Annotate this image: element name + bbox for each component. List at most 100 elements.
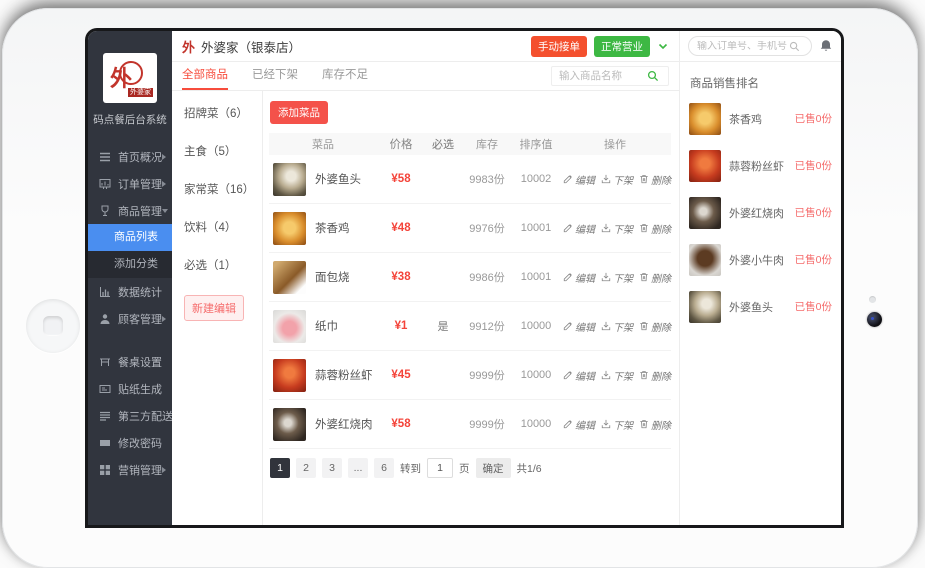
content-area: 招牌菜（6） 主食（5） 家常菜（16） 饮料（4） 必选（1） 新建编辑 添加… — [172, 91, 679, 525]
off-shelf-button[interactable]: 下架 — [601, 221, 633, 236]
grid-icon — [99, 464, 111, 476]
ranking-dish-name: 茶香鸡 — [729, 111, 795, 127]
camera-lens — [867, 312, 882, 327]
delete-button[interactable]: 删除 — [639, 270, 671, 285]
ranking-dish-name: 外婆鱼头 — [729, 299, 795, 315]
page-button-2[interactable]: 2 — [296, 458, 316, 478]
home-button-icon — [43, 316, 63, 336]
page-button-1[interactable]: 1 — [270, 458, 290, 478]
delete-button[interactable]: 删除 — [639, 172, 671, 187]
edit-button[interactable]: 编辑 — [563, 417, 595, 432]
search-icon[interactable] — [647, 70, 659, 82]
business-status-button[interactable]: 正常营业 — [594, 36, 650, 57]
off-shelf-button[interactable]: 下架 — [601, 270, 633, 285]
sidebar-item-customers[interactable]: 顾客管理 — [88, 305, 172, 332]
dish-price: ¥38 — [377, 271, 425, 283]
sidebar-item-statistics[interactable]: 数据统计 — [88, 278, 172, 305]
dish-sort: 10000 — [513, 418, 559, 430]
edit-button[interactable]: 编辑 — [563, 368, 595, 383]
order-search-bar — [680, 31, 841, 62]
dish-image — [273, 261, 306, 294]
product-tabs: 全部商品 已经下架 库存不足 — [172, 62, 679, 91]
category-item[interactable]: 招牌菜（6） — [184, 105, 262, 121]
delete-button[interactable]: 删除 — [639, 417, 671, 432]
sidebar: 外 外婆家 码点餐后台系统 首页概况 订单管理 商品管理 商品列表 添加分类 数… — [88, 31, 172, 525]
product-search-input[interactable] — [559, 70, 647, 82]
page-unit-label: 页 — [459, 461, 470, 476]
off-shelf-button[interactable]: 下架 — [601, 417, 633, 432]
table-header: 菜品 价格 必选 库存 排序值 操作 — [269, 133, 671, 155]
top-header: 外 外婆家（银泰店） 手动接单 正常营业 — [172, 31, 679, 62]
dish-sort: 10001 — [513, 271, 559, 283]
chevron-down-icon — [162, 209, 168, 213]
dish-price: ¥45 — [377, 369, 425, 381]
category-panel: 招牌菜（6） 主食（5） 家常菜（16） 饮料（4） 必选（1） 新建编辑 — [172, 91, 263, 525]
dish-price: ¥58 — [377, 418, 425, 430]
category-item[interactable]: 主食（5） — [184, 143, 262, 159]
delete-button[interactable]: 删除 — [639, 368, 671, 383]
sidebar-item-tables[interactable]: 餐桌设置 — [88, 348, 172, 375]
dish-stock: 9999份 — [461, 416, 513, 432]
category-item[interactable]: 家常菜（16） — [184, 181, 262, 197]
trash-icon — [639, 174, 649, 184]
main-column: 外 外婆家（银泰店） 手动接单 正常营业 全部商品 已经下架 库存不足 招牌菜（… — [172, 31, 679, 525]
trash-icon — [639, 370, 649, 380]
delete-button[interactable]: 删除 — [639, 319, 671, 334]
edit-button[interactable]: 编辑 — [563, 221, 595, 236]
search-icon[interactable] — [789, 41, 800, 52]
goto-label: 转到 — [400, 461, 421, 476]
sidebar-item-add-category[interactable]: 添加分类 — [88, 251, 172, 278]
sidebar-item-home[interactable]: 首页概况 — [88, 143, 172, 170]
off-shelf-button[interactable]: 下架 — [601, 368, 633, 383]
sidebar-item-marketing[interactable]: 营销管理 — [88, 456, 172, 483]
tab-all-products[interactable]: 全部商品 — [182, 62, 228, 91]
dish-sort: 10000 — [513, 369, 559, 381]
arrow-down-box-icon — [601, 223, 611, 233]
dish-stock: 9986份 — [461, 269, 513, 285]
delete-button[interactable]: 删除 — [639, 221, 671, 236]
tab-off-shelf[interactable]: 已经下架 — [252, 62, 298, 91]
page-button-6[interactable]: 6 — [374, 458, 394, 478]
dish-stock: 9976份 — [461, 220, 513, 236]
ranking-sold-count: 已售0份 — [795, 299, 832, 314]
dish-name: 面包烧 — [315, 269, 350, 285]
page-ellipsis[interactable]: ... — [348, 458, 368, 478]
arrow-down-box-icon — [601, 272, 611, 282]
ranking-item: 外婆红烧肉 已售0份 — [680, 189, 841, 236]
add-dish-button[interactable]: 添加菜品 — [270, 101, 328, 124]
edit-button[interactable]: 编辑 — [563, 319, 595, 334]
dish-price: ¥48 — [377, 222, 425, 234]
store-name: 外婆家（银泰店） — [201, 37, 524, 56]
edit-button[interactable]: 编辑 — [563, 270, 595, 285]
sidebar-item-orders[interactable]: 订单管理 — [88, 170, 172, 197]
sidebar-item-delivery[interactable]: 第三方配送 — [88, 402, 172, 429]
order-search-input[interactable] — [697, 41, 789, 52]
screen: 外 外婆家 码点餐后台系统 首页概况 订单管理 商品管理 商品列表 添加分类 数… — [88, 31, 841, 525]
order-search — [688, 36, 812, 56]
sidebar-item-password[interactable]: 修改密码 — [88, 429, 172, 456]
bell-icon[interactable] — [819, 39, 833, 53]
edit-button[interactable]: 编辑 — [563, 172, 595, 187]
off-shelf-button[interactable]: 下架 — [601, 172, 633, 187]
category-item[interactable]: 必选（1） — [184, 257, 262, 273]
tab-low-stock[interactable]: 库存不足 — [322, 62, 368, 91]
col-stock: 库存 — [461, 136, 513, 152]
page-button-3[interactable]: 3 — [322, 458, 342, 478]
sidebar-item-products[interactable]: 商品管理 — [88, 197, 172, 224]
home-button[interactable] — [26, 299, 80, 353]
status-chevron-down-icon[interactable] — [657, 40, 669, 52]
ranking-sold-count: 已售0份 — [795, 111, 832, 126]
total-pages-label: 共1/6 — [517, 461, 542, 476]
new-edit-button[interactable]: 新建编辑 — [184, 295, 244, 321]
category-item[interactable]: 饮料（4） — [184, 219, 262, 235]
table-row: 茶香鸡 ¥48 9976份 10001 编辑 下架 删除 — [269, 204, 671, 253]
dish-stock: 9999份 — [461, 367, 513, 383]
list-lines-icon — [99, 410, 111, 422]
sidebar-item-product-list[interactable]: 商品列表 — [88, 224, 172, 251]
off-shelf-button[interactable]: 下架 — [601, 319, 633, 334]
page-number-input[interactable] — [427, 458, 453, 478]
manual-order-button[interactable]: 手动接单 — [531, 36, 587, 57]
confirm-page-button[interactable]: 确定 — [476, 458, 511, 478]
store-logo-icon: 外 — [182, 37, 195, 56]
sidebar-item-stickers[interactable]: 贴纸生成 — [88, 375, 172, 402]
